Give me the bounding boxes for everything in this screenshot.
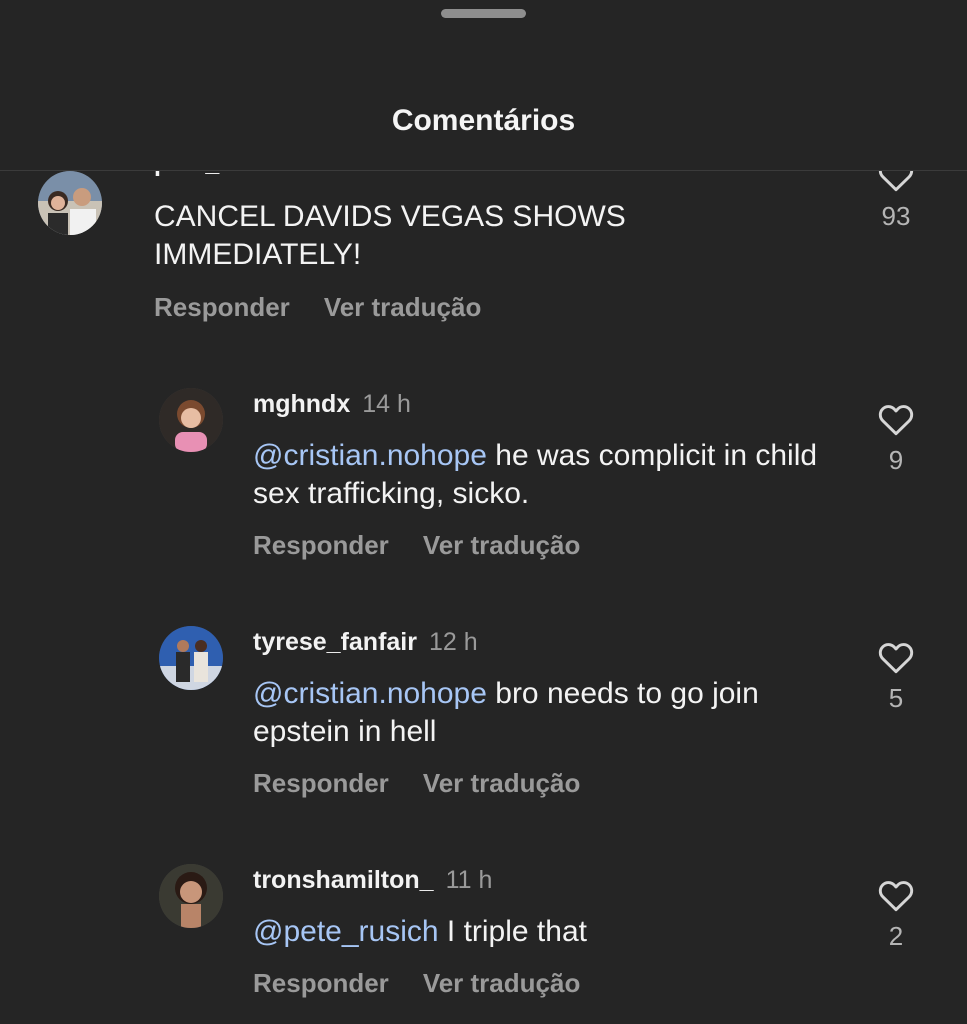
like-count: 93 [881,201,911,231]
comment-username[interactable]: tronshamilton_ [253,866,434,894]
mention-link[interactable]: @cristian.nohope [253,439,487,472]
avatar-image [38,171,102,235]
reply-button[interactable]: Responder [154,292,290,322]
comment-meta: tyrese_fanfair 12 h [253,627,478,657]
comments-sheet: pete_rusich 15 h CANCEL DAVIDS VEGAS SHO… [0,0,967,1024]
comment-actions: Responder Ver tradução [253,529,580,561]
comment-time: 14 h [362,390,411,418]
reply-button[interactable]: Responder [253,530,389,560]
see-translation-button[interactable]: Ver tradução [423,968,581,998]
like-control[interactable]: 2 [866,878,926,952]
avatar-image [159,626,223,690]
comment-username[interactable]: mghndx [253,390,350,418]
like-count: 9 [888,445,904,475]
comment-text: CANCEL DAVIDS VEGAS SHOWS IMMEDIATELY! [154,198,734,274]
heart-outline-icon[interactable] [877,878,915,912]
comment-actions: Responder Ver tradução [253,767,580,799]
like-count: 5 [888,683,904,713]
comment-actions: Responder Ver tradução [253,967,580,999]
comment-actions: Responder Ver tradução [154,291,481,323]
comment-meta: mghndx 14 h [253,389,411,419]
comment-text: @pete_rusich I triple that [253,913,833,951]
avatar[interactable] [159,388,223,452]
like-count: 2 [888,921,904,951]
heart-outline-icon[interactable] [877,640,915,674]
like-control[interactable]: 9 [866,402,926,476]
reply-button[interactable]: Responder [253,768,389,798]
reply-button[interactable]: Responder [253,968,389,998]
comment-text: @cristian.nohope bro needs to go join ep… [253,675,833,751]
avatar[interactable] [159,864,223,928]
drag-handle[interactable] [441,9,526,18]
comment-time: 12 h [428,628,478,656]
see-translation-button[interactable]: Ver tradução [423,768,581,798]
avatar[interactable] [159,626,223,690]
comment-time: 11 h [445,866,493,894]
mention-link[interactable]: @pete_rusich [253,915,439,948]
comment-text: @cristian.nohope he was complicit in chi… [253,437,833,513]
heart-outline-icon[interactable] [877,402,915,436]
see-translation-button[interactable]: Ver tradução [324,292,482,322]
comment-meta: tronshamilton_ 11 h [253,865,492,895]
like-control[interactable]: 5 [866,640,926,714]
avatar-image [159,388,223,452]
comment-body: CANCEL DAVIDS VEGAS SHOWS IMMEDIATELY! [154,200,626,271]
comment-body: I triple that [438,915,587,948]
mention-link[interactable]: @cristian.nohope [253,677,487,710]
avatar[interactable] [38,171,102,235]
page-title: Comentários [391,104,576,137]
see-translation-button[interactable]: Ver tradução [423,530,581,560]
avatar-image [159,864,223,928]
comment-username[interactable]: tyrese_fanfair [253,628,417,656]
sheet-header: Comentários [0,0,967,171]
